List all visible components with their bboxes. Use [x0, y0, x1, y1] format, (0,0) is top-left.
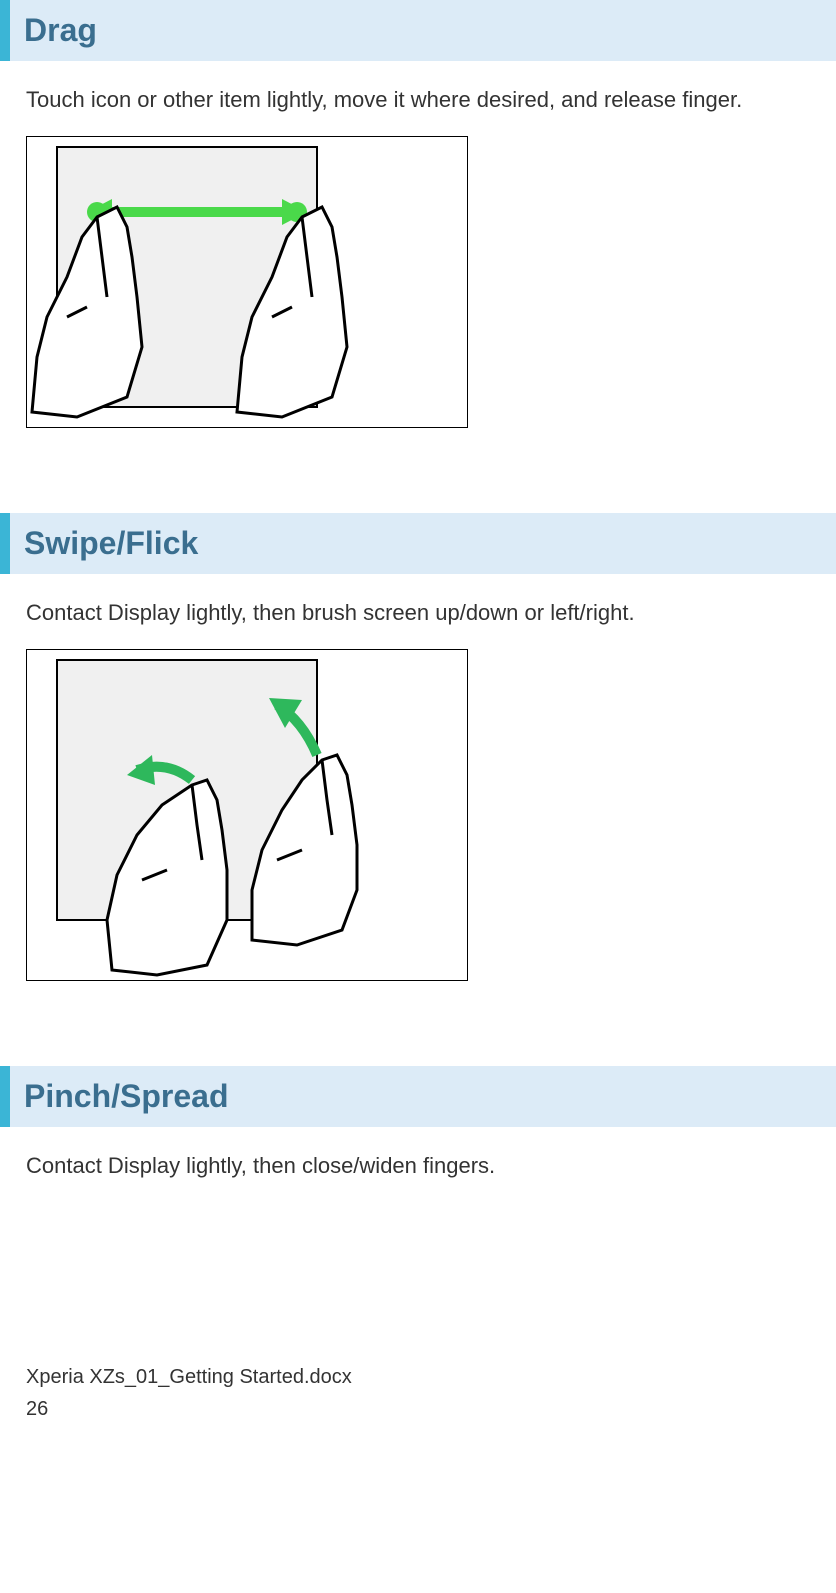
section-content-drag: Touch icon or other item lightly, move i…	[0, 85, 836, 513]
section-description: Contact Display lightly, then brush scre…	[26, 598, 810, 629]
footer-page-number: 26	[26, 1393, 810, 1425]
section-content-pinch: Contact Display lightly, then close/wide…	[0, 1151, 836, 1242]
section-title: Pinch/Spread	[24, 1078, 822, 1115]
section-title: Swipe/Flick	[24, 525, 822, 562]
section-description: Contact Display lightly, then close/wide…	[26, 1151, 810, 1182]
section-content-swipe: Contact Display lightly, then brush scre…	[0, 598, 836, 1066]
drag-gesture-illustration	[26, 136, 468, 428]
footer-filename: Xperia XZs_01_Getting Started.docx	[26, 1361, 810, 1393]
section-title: Drag	[24, 12, 822, 49]
section-header-pinch: Pinch/Spread	[0, 1066, 836, 1127]
section-header-swipe: Swipe/Flick	[0, 513, 836, 574]
section-description: Touch icon or other item lightly, move i…	[26, 85, 810, 116]
section-header-drag: Drag	[0, 0, 836, 61]
page-footer: Xperia XZs_01_Getting Started.docx 26	[0, 1361, 836, 1425]
swipe-gesture-illustration	[26, 649, 468, 981]
